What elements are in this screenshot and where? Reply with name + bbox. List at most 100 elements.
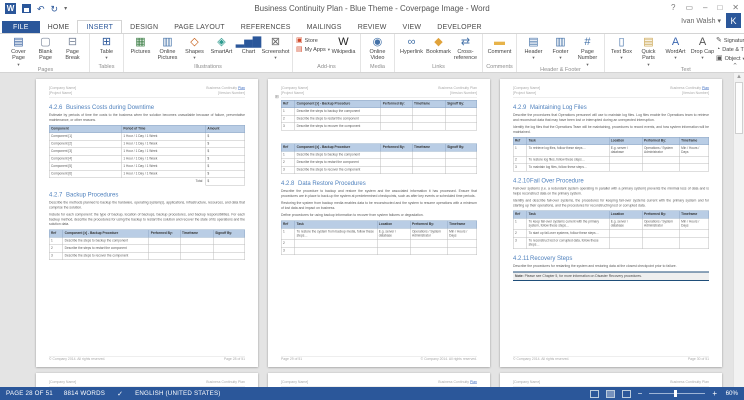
column-header[interactable]: Performed By:	[380, 143, 413, 152]
tab-page-layout[interactable]: PAGE LAYOUT	[166, 21, 233, 33]
document-title-link[interactable]: Plan	[470, 381, 477, 385]
button-cover-page[interactable]: ▤ Cover Page ▾	[5, 35, 32, 67]
page-indicator[interactable]: PAGE 28 OF 51	[6, 390, 53, 397]
table-cell[interactable]: 2	[280, 158, 296, 167]
table-cell[interactable]: 3	[512, 163, 528, 172]
table-cell[interactable]	[642, 156, 680, 165]
table-cell[interactable]: Describe the steps to backup the compone…	[294, 151, 382, 160]
button-wordart[interactable]: A WordArt ▾	[662, 35, 689, 60]
table-cell[interactable]: 2	[280, 239, 296, 248]
document-page-partial[interactable]: [Company Name] Business Continuity Plan	[36, 373, 258, 387]
table-cell[interactable]	[179, 236, 214, 245]
table-cell[interactable]: E.g. server / database	[376, 227, 411, 240]
column-header[interactable]: Signoff By:	[213, 229, 245, 238]
paragraph[interactable]: Identify and describe fail-over systems,…	[513, 199, 709, 209]
column-header[interactable]: Ref	[512, 137, 528, 146]
column-header[interactable]: Component [x] - Backup Procedure	[294, 100, 382, 109]
tab-view[interactable]: VIEW	[395, 21, 430, 33]
customize-qat-button[interactable]: ▾	[64, 5, 67, 12]
table-cell[interactable]: $	[205, 132, 246, 141]
collapse-ribbon-button[interactable]: ⌃	[732, 62, 738, 70]
tab-mailings[interactable]: MAILINGS	[299, 21, 350, 33]
table-cell[interactable]: Component [6]	[49, 170, 122, 179]
table-cell[interactable]: To keep fail-over systems current with t…	[526, 218, 610, 231]
column-header[interactable]: Task	[526, 137, 610, 146]
table-cell[interactable]: 1 Hour / 1 Day / 1 Week	[121, 155, 206, 164]
table-cell[interactable]: E.g. server / database	[608, 218, 643, 231]
column-header[interactable]: Performed By:	[148, 229, 181, 238]
button-text-box[interactable]: ▯ Text Box ▾	[608, 35, 635, 60]
paragraph[interactable]: Estimate by periods of time the costs to…	[49, 113, 245, 123]
document-title-link[interactable]: Plan	[702, 87, 709, 91]
paragraph[interactable]: Restoring the system from backup media e…	[281, 201, 477, 211]
table-move-handle-icon[interactable]: ⊞	[275, 94, 279, 100]
button-cross-reference[interactable]: ⇄ Cross-reference	[452, 35, 479, 62]
button-chart[interactable]: ▂▅▇ Chart	[235, 35, 262, 55]
table-cell[interactable]	[445, 158, 477, 167]
column-header[interactable]: Timeframe	[447, 220, 477, 229]
total-value-cell[interactable]: $	[205, 177, 246, 186]
document-title-link[interactable]: Plan	[238, 87, 245, 91]
tab-file[interactable]: FILE	[2, 21, 40, 33]
column-header[interactable]: Timeframe	[411, 100, 446, 109]
table-cell[interactable]	[410, 246, 448, 255]
section-heading[interactable]: 4.2.10 Fail Over Procedure	[513, 177, 709, 184]
table-cell[interactable]: 1 Hour / 1 Day / 1 Week	[121, 162, 206, 171]
dropdown-arrow-icon[interactable]: ▾	[620, 55, 622, 60]
table-cell[interactable]	[213, 251, 245, 260]
table-cell[interactable]	[445, 166, 477, 175]
table-cell[interactable]: $	[205, 170, 246, 179]
paragraph[interactable]: Describe the procedures for restarting t…	[513, 264, 709, 269]
table-cell[interactable]	[179, 244, 214, 253]
button-store[interactable]: ▣ Store	[296, 37, 330, 44]
dropdown-arrow-icon[interactable]: ▾	[701, 55, 703, 60]
button-online-video[interactable]: ◉ Online Video	[364, 35, 391, 62]
proofing-status-icon[interactable]: ✓	[116, 390, 124, 398]
table-cell[interactable]: 1	[512, 144, 528, 157]
button-screenshot[interactable]: ⊠ Screenshot ▾	[262, 35, 290, 60]
table-cell[interactable]: Describe the steps to backup the compone…	[62, 236, 150, 245]
document-canvas[interactable]: [Company Name] [Project Name] Business Con…	[0, 73, 744, 387]
table-cell[interactable]	[380, 151, 413, 160]
button-page-break[interactable]: ⊟ Page Break	[59, 35, 86, 62]
table-cell[interactable]: Describe the steps to recover the compon…	[294, 122, 382, 131]
column-header[interactable]: Signoff By:	[445, 143, 477, 152]
table-cell[interactable]	[642, 229, 680, 238]
table-cell[interactable]	[411, 158, 446, 167]
table-cell[interactable]: Component [1]	[49, 132, 122, 141]
button-footer[interactable]: ▥ Footer ▾	[547, 35, 574, 60]
table-cell[interactable]: $	[205, 147, 246, 156]
button-wikipedia[interactable]: W Wikipedia	[330, 35, 357, 55]
paragraph[interactable]: Define procedures for using backup infor…	[281, 213, 477, 218]
table-cell[interactable]	[380, 166, 413, 175]
paragraph[interactable]: Describe the procedures that Operations …	[513, 113, 709, 123]
table-cell[interactable]: 3	[48, 251, 64, 260]
table-cell[interactable]	[447, 239, 477, 248]
table-cell[interactable]: Describe the steps to recover the compon…	[62, 251, 150, 260]
table-cell[interactable]: Operations / System Administrator	[642, 218, 680, 231]
table-cell[interactable]: Describe the steps to restart the compon…	[62, 244, 150, 253]
table-cell[interactable]	[411, 107, 446, 116]
column-header[interactable]: Performed By:	[642, 137, 680, 146]
table-cell[interactable]: Describe the steps to restart the compon…	[294, 115, 382, 124]
document-page[interactable]: [Company Name] [Project Name] Business Con…	[36, 79, 258, 367]
table-cell[interactable]: Describe the steps to restart the compon…	[294, 158, 382, 167]
column-header[interactable]: Timeframe	[411, 143, 446, 152]
table-cell[interactable]	[380, 158, 413, 167]
table-cell[interactable]: To restore log files, follow these steps…	[526, 156, 610, 165]
column-header[interactable]: Timeframe	[679, 137, 709, 146]
table-cell[interactable]: Component [4]	[49, 155, 122, 164]
table-cell[interactable]	[179, 251, 214, 260]
column-header[interactable]: Amount	[205, 125, 246, 134]
table-cell[interactable]	[411, 151, 446, 160]
table-cell[interactable]: 2	[280, 115, 296, 124]
paragraph[interactable]: Describe the procedure to backup and res…	[281, 189, 477, 199]
table-cell[interactable]: Component [3]	[49, 147, 122, 156]
table-cell[interactable]	[411, 115, 446, 124]
dropdown-arrow-icon[interactable]: ▾	[559, 55, 561, 60]
table-cell[interactable]: $	[205, 162, 246, 171]
scrollbar-thumb[interactable]	[735, 82, 743, 134]
table-cell[interactable]	[213, 236, 245, 245]
table-cell[interactable]: Operations / System Administrator	[410, 227, 448, 240]
dropdown-arrow-icon[interactable]: ▾	[193, 55, 195, 60]
